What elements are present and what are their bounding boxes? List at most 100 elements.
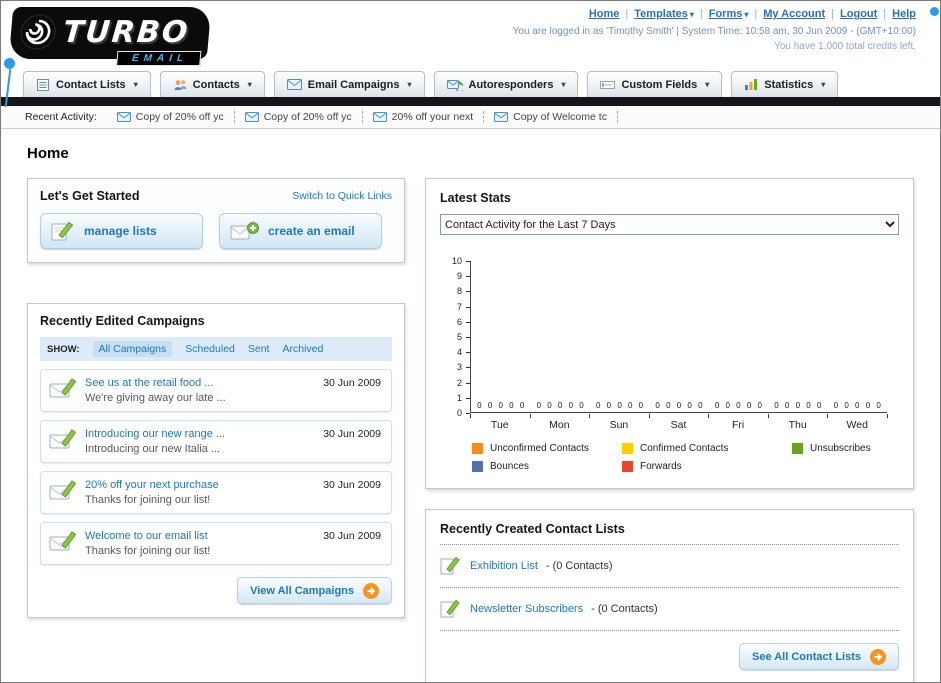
contact-lists-icon xyxy=(37,78,49,91)
chart-x-tick xyxy=(887,414,888,418)
legend-label: Forwards xyxy=(640,461,682,472)
chart-bar-value-group: 0 0 0 0 0 xyxy=(477,401,525,410)
pencil-paper-icon xyxy=(440,599,460,618)
create-email-button[interactable]: create an email xyxy=(219,213,382,249)
filter-archived[interactable]: Archived xyxy=(282,343,323,355)
campaign-item: See us at the retail food ... We're givi… xyxy=(40,369,392,412)
campaigns-title: Recently Edited Campaigns xyxy=(40,314,205,328)
arrow-right-icon xyxy=(363,582,379,599)
contact-list-count: - (0 Contacts) xyxy=(545,560,613,572)
get-started-title: Let's Get Started xyxy=(40,189,140,203)
top-nav-help[interactable]: Help xyxy=(892,8,916,20)
campaign-edit-icon xyxy=(49,480,77,500)
chart-x-tick xyxy=(767,414,769,418)
top-nav-forms[interactable]: Forms xyxy=(709,8,743,20)
tab-statistics[interactable]: Statistics ▾ xyxy=(731,71,839,97)
chart-x-tick xyxy=(529,414,531,418)
arrow-right-icon xyxy=(870,648,886,665)
campaign-title-link[interactable]: 20% off your next purchase xyxy=(85,479,315,491)
stats-period-select[interactable]: Contact Activity for the Last 7 Days xyxy=(440,214,899,235)
recent-activity-label: Recent Activity: xyxy=(25,111,97,123)
tab-contact-lists[interactable]: Contact Lists ▾ xyxy=(23,71,151,97)
chevron-down-icon: ▾ xyxy=(247,80,252,89)
top-nav-home[interactable]: Home xyxy=(589,8,620,20)
recent-activity-text: 20% off your next xyxy=(391,111,474,123)
stats-title: Latest Stats xyxy=(440,191,511,205)
chart-y-tick-label: 2 xyxy=(456,377,462,388)
manage-lists-button[interactable]: manage lists xyxy=(40,213,203,249)
dotted-divider xyxy=(440,544,899,545)
logo-swirl-icon xyxy=(20,14,56,50)
top-nav-templates[interactable]: Templates xyxy=(634,8,688,20)
campaign-date: 30 Jun 2009 xyxy=(323,428,381,440)
chart-x-tick xyxy=(648,414,650,418)
legend-label: Bounces xyxy=(490,461,529,472)
contact-list-link[interactable]: Exhibition List xyxy=(470,560,538,572)
tab-label: Autoresponders xyxy=(468,78,554,91)
chart-x-tick-label: Wed xyxy=(846,419,868,431)
top-nav-my-account[interactable]: My Account xyxy=(763,8,825,20)
pencil-paper-icon xyxy=(51,221,74,241)
chart-x-tick-label: Sun xyxy=(609,419,629,431)
view-all-campaigns-label: View All Campaigns xyxy=(250,584,354,597)
top-nav-logout[interactable]: Logout xyxy=(840,8,877,20)
view-all-campaigns-button[interactable]: View All Campaigns xyxy=(237,577,392,604)
chart-y-tick-label: 9 xyxy=(456,271,462,282)
tab-label: Email Campaigns xyxy=(307,78,400,91)
tab-custom-fields[interactable]: Custom Fields ▾ xyxy=(587,71,723,97)
chart-y-tick-label: 0 xyxy=(456,408,462,418)
app-logo: TURBO EMAIL xyxy=(8,7,212,66)
contact-list-link[interactable]: Newsletter Subscribers xyxy=(470,603,583,615)
campaign-title-link[interactable]: See us at the retail food ... xyxy=(85,377,315,389)
recent-activity-text: Copy of Welcome tc xyxy=(513,111,607,123)
chart-x-labels: Tue Mon Sun Sat Fri Thu Wed xyxy=(470,419,887,431)
logo-bubble-decoration xyxy=(4,58,15,69)
login-info: You are logged in as 'Timothy Smith' | S… xyxy=(512,26,916,37)
autoresponder-icon xyxy=(446,79,463,91)
legend-color-swatch xyxy=(622,461,633,472)
show-label: SHOW: xyxy=(47,343,80,355)
filter-all-campaigns[interactable]: All Campaigns xyxy=(92,341,173,357)
see-all-contact-lists-button[interactable]: See All Contact Lists xyxy=(738,643,899,670)
latest-stats-panel: Latest Stats Contact Activity for the La… xyxy=(425,178,914,489)
chevron-down-icon: ▾ xyxy=(407,80,412,89)
legend-item: Confirmed Contacts xyxy=(622,443,792,454)
campaign-item: Introducing our new range ... Introducin… xyxy=(40,420,392,463)
chart-plot: 0 0 0 0 0 0 0 0 0 0 0 0 0 0 0 0 0 0 0 0 0 0 … xyxy=(470,261,887,413)
see-all-contact-lists-label: See All Contact Lists xyxy=(751,650,861,663)
recent-activity-item[interactable]: Copy of 20% off yc xyxy=(107,111,235,123)
legend-label: Unconfirmed Contacts xyxy=(490,443,589,454)
create-email-label: create an email xyxy=(268,224,355,238)
filter-sent[interactable]: Sent xyxy=(248,343,270,355)
chart-x-tick xyxy=(708,414,710,418)
legend-item: Unconfirmed Contacts xyxy=(472,443,622,454)
legend-color-swatch xyxy=(472,443,483,454)
tab-email-campaigns[interactable]: Email Campaigns ▾ xyxy=(273,71,425,97)
switch-quick-links-link[interactable]: Switch to Quick Links xyxy=(292,190,392,202)
main-content: Home Let's Get Started Switch to Quick L… xyxy=(1,129,940,682)
campaign-title-link[interactable]: Welcome to our email list xyxy=(85,530,315,542)
tab-contacts[interactable]: Contacts ▾ xyxy=(159,71,265,97)
dotted-divider xyxy=(440,587,899,588)
chevron-down-icon: ▾ xyxy=(821,80,826,89)
campaign-title-link[interactable]: Introducing our new range ... xyxy=(85,428,315,440)
chevron-down-icon: ▾ xyxy=(705,80,710,89)
recent-activity-item[interactable]: Copy of Welcome tc xyxy=(484,111,618,123)
tab-autoresponders[interactable]: Autoresponders ▾ xyxy=(433,71,579,97)
custom-fields-icon xyxy=(600,80,616,89)
filter-scheduled[interactable]: Scheduled xyxy=(185,343,235,355)
recent-activity-item[interactable]: Copy of 20% off yc xyxy=(235,111,363,123)
envelope-icon xyxy=(286,79,302,90)
campaign-edit-icon xyxy=(49,378,77,398)
chart-y-tick-label: 4 xyxy=(456,347,462,358)
chart-x-tick xyxy=(470,414,471,418)
legend-color-swatch xyxy=(792,443,803,454)
recent-activity-item[interactable]: 20% off your next xyxy=(363,111,485,123)
legend-color-swatch xyxy=(622,443,633,454)
recent-activity-text: Copy of 20% off yc xyxy=(135,111,224,123)
tab-label: Contacts xyxy=(192,78,240,91)
campaign-subtitle: Thanks for joining our list! xyxy=(85,494,211,506)
campaign-filter-bar: SHOW: All Campaigns Scheduled Sent Archi… xyxy=(40,337,392,361)
chart-x-tick xyxy=(827,414,829,418)
contacts-icon xyxy=(174,79,187,90)
